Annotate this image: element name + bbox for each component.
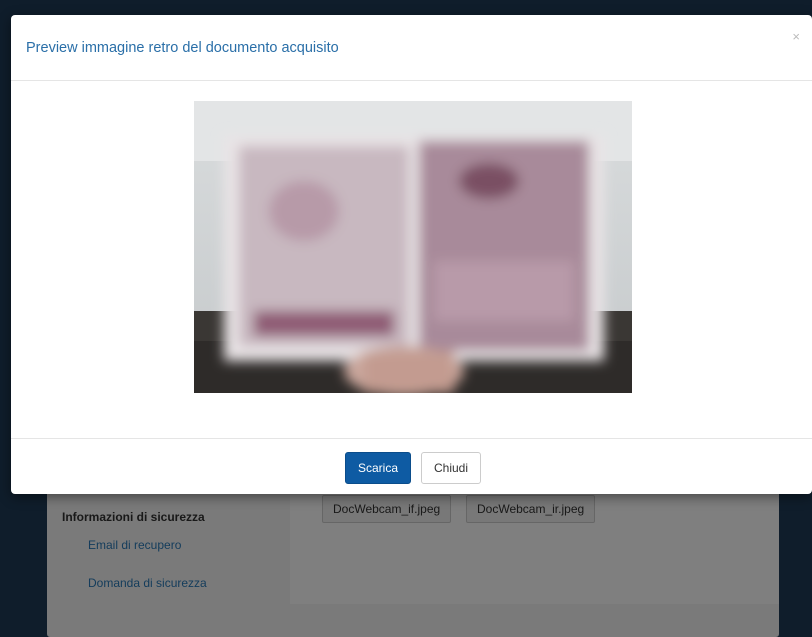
close-icon[interactable]: × xyxy=(792,29,800,44)
document-preview-image xyxy=(194,101,632,393)
close-button[interactable]: Chiudi xyxy=(421,452,482,484)
modal-body xyxy=(11,81,812,439)
modal-footer: Scarica Chiudi xyxy=(11,439,812,494)
modal-header: Preview immagine retro del documento acq… xyxy=(11,15,812,81)
download-button[interactable]: Scarica xyxy=(345,452,412,484)
preview-modal: Preview immagine retro del documento acq… xyxy=(11,15,812,494)
modal-title: Preview immagine retro del documento acq… xyxy=(26,40,339,56)
